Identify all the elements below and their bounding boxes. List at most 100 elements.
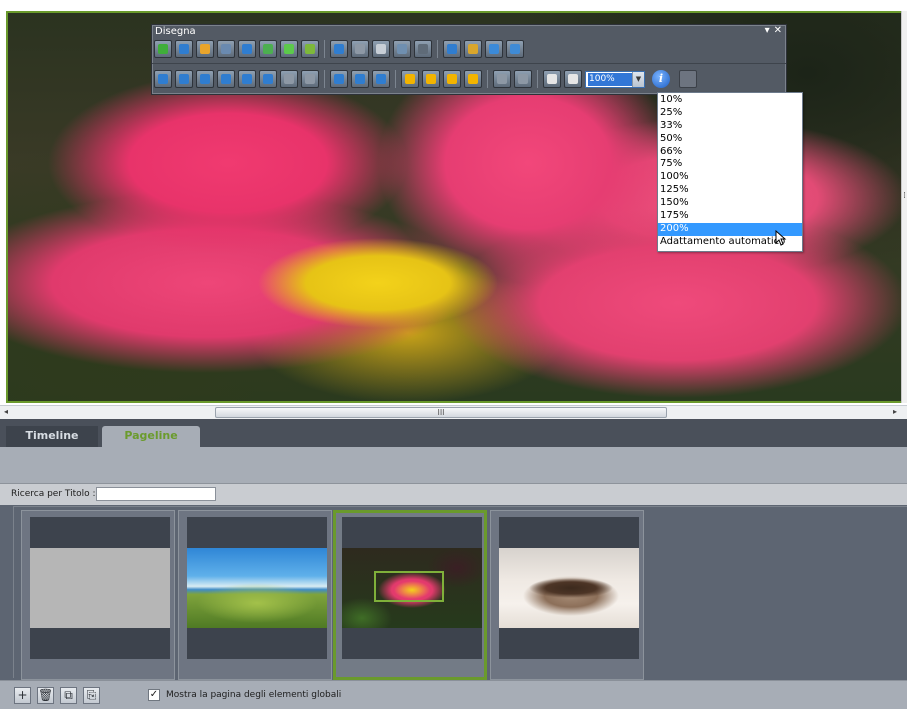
zoom-option[interactable]: 10%: [658, 94, 802, 107]
distribute-h-icon[interactable]: [280, 70, 298, 88]
mouse-cursor-icon: [775, 230, 787, 246]
zoom-option[interactable]: 100%: [658, 171, 802, 184]
paste-page-button[interactable]: ⎘: [83, 687, 100, 704]
paste-icon[interactable]: [414, 40, 432, 58]
size-height-icon[interactable]: [351, 70, 369, 88]
edit-text-icon[interactable]: [464, 40, 482, 58]
splitter-grip-icon: ⁞: [903, 191, 906, 201]
bring-forward-icon[interactable]: [422, 70, 440, 88]
cut-icon[interactable]: [372, 40, 390, 58]
redo-icon[interactable]: [351, 40, 369, 58]
toolbar-separator: [324, 40, 325, 58]
toolbar-close-icon[interactable]: ✕: [774, 25, 782, 36]
open-folder-icon[interactable]: [196, 40, 214, 58]
horizontal-scrollbar[interactable]: ◂ III ▸: [0, 405, 907, 419]
zoom-value: 100%: [588, 72, 632, 86]
search-title-input[interactable]: [96, 487, 216, 501]
align-right-icon[interactable]: [196, 70, 214, 88]
delete-page-button[interactable]: 🗑: [37, 687, 54, 704]
add-page-button[interactable]: +: [14, 687, 31, 704]
page-preview-image: [30, 548, 170, 628]
help-icon[interactable]: [564, 70, 582, 88]
toolbar-separator: [537, 70, 538, 88]
zoom-option[interactable]: 25%: [658, 107, 802, 120]
send-backward-icon[interactable]: [443, 70, 461, 88]
distribute-v-icon[interactable]: [301, 70, 319, 88]
page-thumbnail-strip: [13, 506, 907, 680]
order-icon[interactable]: [485, 40, 503, 58]
bring-front-icon[interactable]: [401, 70, 419, 88]
play-from-icon[interactable]: [280, 40, 298, 58]
page-thumbnail-flower[interactable]: [333, 510, 487, 680]
toolbar-row-2: 100% ▼ i: [154, 68, 697, 90]
panel-tabs: Timeline Pageline: [0, 419, 907, 447]
page-frame: [342, 517, 482, 659]
global-elements-label: Mostra la pagina degli elementi globali: [166, 690, 342, 700]
toolbar-row-1: [154, 38, 524, 60]
page-thumbnail-blank[interactable]: [21, 510, 175, 680]
selection-rectangle: [374, 571, 444, 602]
toolbar-title: Disegna: [155, 26, 196, 37]
zoom-option[interactable]: 33%: [658, 120, 802, 133]
info-icon[interactable]: i: [652, 70, 670, 88]
toolbar-pin-icon[interactable]: ▾: [765, 25, 770, 36]
publish-icon[interactable]: [301, 40, 319, 58]
zoom-option[interactable]: 125%: [658, 184, 802, 197]
link-icon[interactable]: [506, 40, 524, 58]
page-frame: [499, 517, 639, 659]
pages-area: [0, 505, 907, 680]
zoom-select[interactable]: 100% ▼: [585, 70, 645, 88]
size-width-icon[interactable]: [330, 70, 348, 88]
toolbar-separator: [487, 70, 488, 88]
page-frame: [187, 517, 327, 659]
search-label: Ricerca per Titolo :: [11, 489, 96, 499]
page-preview-image: [499, 548, 639, 628]
size-both-icon[interactable]: [372, 70, 390, 88]
align-left-icon[interactable]: [154, 70, 172, 88]
ungroup-icon[interactable]: [514, 70, 532, 88]
save-icon[interactable]: [217, 40, 235, 58]
tab-pageline[interactable]: Pageline: [102, 426, 200, 447]
align-center-icon[interactable]: [175, 70, 193, 88]
zoom-option[interactable]: 150%: [658, 197, 802, 210]
draw-toolbar[interactable]: Disegna ▾ ✕ 100% ▼ i: [151, 24, 787, 95]
toolbar-separator: [395, 70, 396, 88]
zoom-dropdown-list[interactable]: 10% 25% 33% 50% 66% 75% 100% 125% 150% 175% 200% Ad…: [657, 92, 803, 252]
play-preview-icon[interactable]: [259, 40, 277, 58]
scrollbar-thumb[interactable]: III: [215, 407, 667, 418]
tab-timeline[interactable]: Timeline: [6, 426, 98, 447]
toolbar-separator: [324, 70, 325, 88]
chevron-down-icon[interactable]: ▼: [632, 71, 644, 87]
zoom-option[interactable]: 50%: [658, 133, 802, 146]
save-as-icon[interactable]: [238, 40, 256, 58]
zoom-option[interactable]: 175%: [658, 210, 802, 223]
send-back-icon[interactable]: [464, 70, 482, 88]
scroll-left-icon[interactable]: ◂: [4, 407, 8, 416]
group-icon[interactable]: [493, 70, 511, 88]
new-page-icon[interactable]: [154, 40, 172, 58]
toolbar-separator: [437, 40, 438, 58]
zoom-option[interactable]: 75%: [658, 158, 802, 171]
duplicate-page-button[interactable]: ⧉: [60, 687, 77, 704]
scroll-right-icon[interactable]: ▸: [893, 407, 897, 416]
page-thumbnail-landscape[interactable]: [178, 510, 332, 680]
global-elements-checkbox[interactable]: ✓: [148, 689, 160, 701]
zoom-option[interactable]: 66%: [658, 146, 802, 159]
align-middle-icon[interactable]: [238, 70, 256, 88]
page-preview-image: [187, 548, 327, 628]
undo-icon[interactable]: [330, 40, 348, 58]
page-thumbnail-cup[interactable]: [490, 510, 644, 680]
copy-icon[interactable]: [393, 40, 411, 58]
align-bottom-icon[interactable]: [259, 70, 277, 88]
page-frame: [30, 517, 170, 659]
line-style-icon[interactable]: [543, 70, 561, 88]
new-lft-icon[interactable]: [175, 40, 193, 58]
toolbar-divider: [152, 63, 786, 64]
align-top-icon[interactable]: [217, 70, 235, 88]
search-row: Ricerca per Titolo :: [0, 483, 907, 505]
pointer-tool-icon[interactable]: [679, 70, 697, 88]
vertical-splitter[interactable]: ⁞: [901, 11, 907, 403]
bottom-bar: + 🗑 ⧉ ⎘ ✓ Mostra la pagina degli element…: [0, 680, 907, 709]
page-preview-image: [342, 548, 482, 628]
fill-icon[interactable]: [443, 40, 461, 58]
